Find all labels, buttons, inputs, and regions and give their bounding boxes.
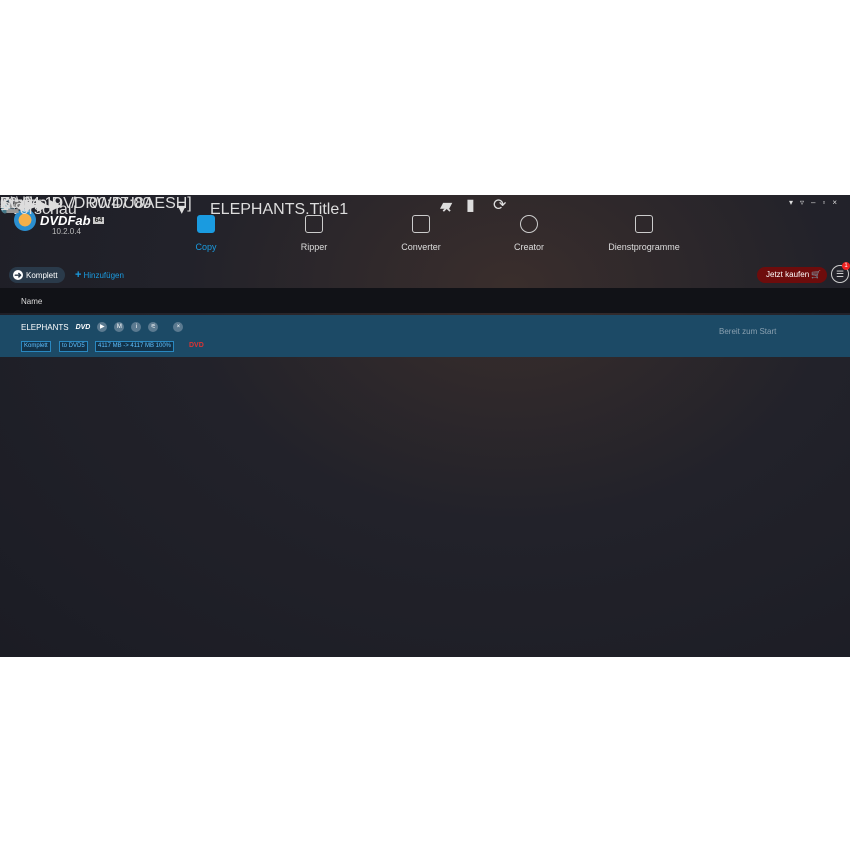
nav-copy[interactable]: Copy: [156, 215, 256, 252]
folder-icon: ▰: [440, 197, 453, 214]
arrow-right-icon: ➜: [13, 270, 23, 280]
nav-label: Ripper: [300, 242, 328, 252]
list-icon: ☰: [835, 269, 845, 279]
notification-badge: 1: [842, 262, 850, 270]
chevron-down-icon: ▾: [177, 201, 186, 218]
chevron-down-icon: ⌄: [0, 197, 14, 214]
refresh-icon: ⟳: [493, 197, 507, 214]
skin-icon[interactable]: ▾: [789, 198, 800, 207]
arch-badge: 64: [92, 216, 105, 224]
nav-label: Copy: [195, 242, 217, 252]
refresh-button[interactable]: ⟳: [493, 195, 506, 215]
tag-mode[interactable]: Komplett: [21, 341, 51, 352]
buy-label: Jetzt kaufen: [766, 270, 810, 279]
app-version: 10.2.0.4: [52, 227, 81, 236]
iso-icon: ▮: [466, 197, 475, 214]
plus-icon: +: [75, 269, 82, 281]
dvd-logo-icon: DVD: [75, 323, 91, 331]
mode-button[interactable]: ➜ Komplett: [9, 267, 65, 283]
mode-label: Komplett: [26, 270, 58, 280]
nav-converter[interactable]: Converter: [371, 215, 471, 252]
cart-icon: 🛒: [811, 270, 822, 279]
nav-creator[interactable]: Creator: [479, 215, 579, 252]
play-icon[interactable]: ▶: [97, 322, 108, 332]
tag-output[interactable]: to DVD5: [59, 341, 88, 352]
column-header-name: Name: [0, 288, 850, 313]
restore-icon[interactable]: ▫: [822, 198, 832, 207]
nav-label: Dienstprogramme: [608, 242, 680, 252]
nav-label: Converter: [401, 242, 441, 252]
menu-icon[interactable]: ▿: [800, 198, 811, 207]
preview-file: ELEPHANTS.Title1: [210, 201, 349, 218]
item-title: ELEPHANTS: [21, 322, 69, 332]
minimize-icon[interactable]: –: [811, 198, 822, 207]
converter-icon: [412, 215, 430, 233]
nav-dienstprogramme[interactable]: Dienstprogramme: [594, 215, 694, 252]
tag-size[interactable]: 4117 MB -> 4117 MB 100%: [95, 341, 174, 352]
buy-button[interactable]: Jetzt kaufen 🛒: [757, 267, 827, 283]
item-extra: DVD: [189, 342, 204, 349]
close-icon[interactable]: ×: [832, 198, 844, 207]
item-status: Bereit zum Start: [719, 327, 777, 336]
add-button[interactable]: + Hinzufügen: [75, 269, 124, 281]
iso-button[interactable]: ▮: [466, 195, 475, 215]
start-dropdown[interactable]: ⌄: [0, 195, 13, 215]
remove-icon[interactable]: ×: [173, 322, 184, 332]
folder-button[interactable]: ▰: [440, 195, 452, 215]
item-title-row: ELEPHANTS DVD ▶ M i ⚟ ×: [21, 322, 184, 332]
add-label: Hinzufügen: [83, 271, 124, 280]
settings-icon[interactable]: ⚟: [148, 322, 159, 332]
window-controls: ▾▿–▫×: [789, 198, 844, 207]
nav-label: Creator: [513, 242, 544, 252]
nav-ripper[interactable]: Ripper: [264, 215, 364, 252]
info-icon[interactable]: i: [131, 322, 142, 332]
dvdfab-window: DVDFab 64 10.2.0.4 Copy Ripper Converter…: [0, 195, 850, 657]
toolbox-icon: [635, 215, 653, 233]
menu-editor-icon[interactable]: M: [114, 322, 125, 332]
creator-icon: [520, 215, 538, 233]
